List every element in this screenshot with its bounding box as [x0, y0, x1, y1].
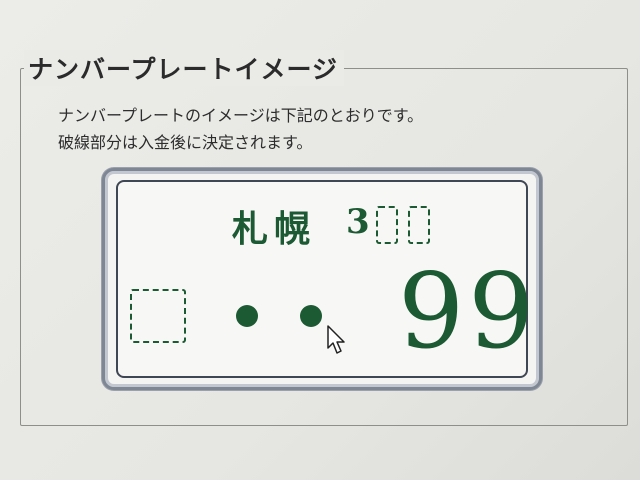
plate-region-name: 札幌: [232, 208, 317, 250]
plate-dot-2: [300, 305, 322, 327]
plate-class-digit-placeholder-1: [376, 206, 398, 244]
description-line-1: ナンバープレートのイメージは下記のとおりです。: [58, 106, 424, 125]
plate-hiragana-placeholder: [130, 289, 186, 343]
plate-class-digit-placeholder-2: [408, 206, 430, 244]
section-title: ナンバープレートイメージ: [24, 50, 345, 86]
description-line-2: 破線部分は入金後に決定されます。: [58, 133, 313, 152]
plate-class-number-prefix: 3: [346, 202, 370, 242]
plate-dot-1: [236, 305, 258, 327]
mouse-pointer-icon: [327, 325, 345, 354]
plate-serial-number: 99: [398, 250, 539, 372]
